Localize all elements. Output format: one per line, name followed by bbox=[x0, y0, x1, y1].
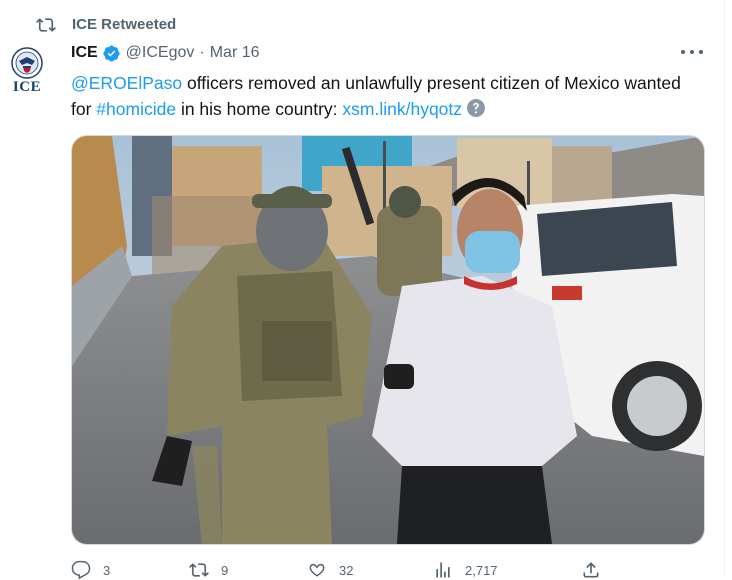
tweet-date[interactable]: Mar 16 bbox=[210, 44, 260, 62]
reply-button[interactable]: 3 bbox=[71, 560, 110, 580]
like-button[interactable]: 32 bbox=[307, 560, 353, 580]
views-count: 2,717 bbox=[465, 562, 498, 578]
tweet-text: @EROElPaso officers removed an unlawfull… bbox=[71, 70, 701, 125]
help-icon[interactable] bbox=[466, 98, 486, 125]
tweet-photo[interactable] bbox=[71, 135, 705, 545]
reply-icon bbox=[71, 560, 91, 580]
retweet-count: 9 bbox=[221, 562, 229, 578]
retweet-button[interactable]: 9 bbox=[189, 560, 228, 580]
retweeted-by-label[interactable]: ICE Retweeted bbox=[72, 15, 176, 35]
share-icon bbox=[581, 560, 601, 580]
hashtag-link[interactable]: #homicide bbox=[96, 99, 176, 119]
tweet-header: ICE @ICEgov · Mar 16 bbox=[71, 42, 260, 64]
author-name[interactable]: ICE bbox=[71, 44, 98, 62]
author-handle[interactable]: @ICEgov bbox=[126, 44, 195, 62]
reply-count: 3 bbox=[103, 562, 111, 578]
views-icon bbox=[433, 560, 453, 580]
tweet-actions: 3 9 32 2,717 bbox=[71, 560, 631, 580]
views-button[interactable]: 2,717 bbox=[433, 560, 498, 580]
share-button[interactable] bbox=[581, 560, 601, 580]
like-count: 32 bbox=[339, 562, 354, 578]
tweet-text-part2: in his home country: bbox=[176, 99, 343, 119]
timeline-border bbox=[724, 0, 725, 575]
retweet-icon bbox=[36, 15, 56, 35]
mention-link[interactable]: @EROElPaso bbox=[71, 73, 182, 93]
more-icon[interactable] bbox=[681, 44, 703, 60]
like-icon bbox=[307, 560, 327, 580]
avatar-label: ICE bbox=[12, 79, 42, 95]
separator-dot: · bbox=[199, 44, 205, 61]
url-link[interactable]: xsm.link/hyqotz bbox=[342, 99, 462, 119]
retweet-action-icon bbox=[189, 560, 209, 580]
verified-badge-icon bbox=[102, 44, 121, 63]
